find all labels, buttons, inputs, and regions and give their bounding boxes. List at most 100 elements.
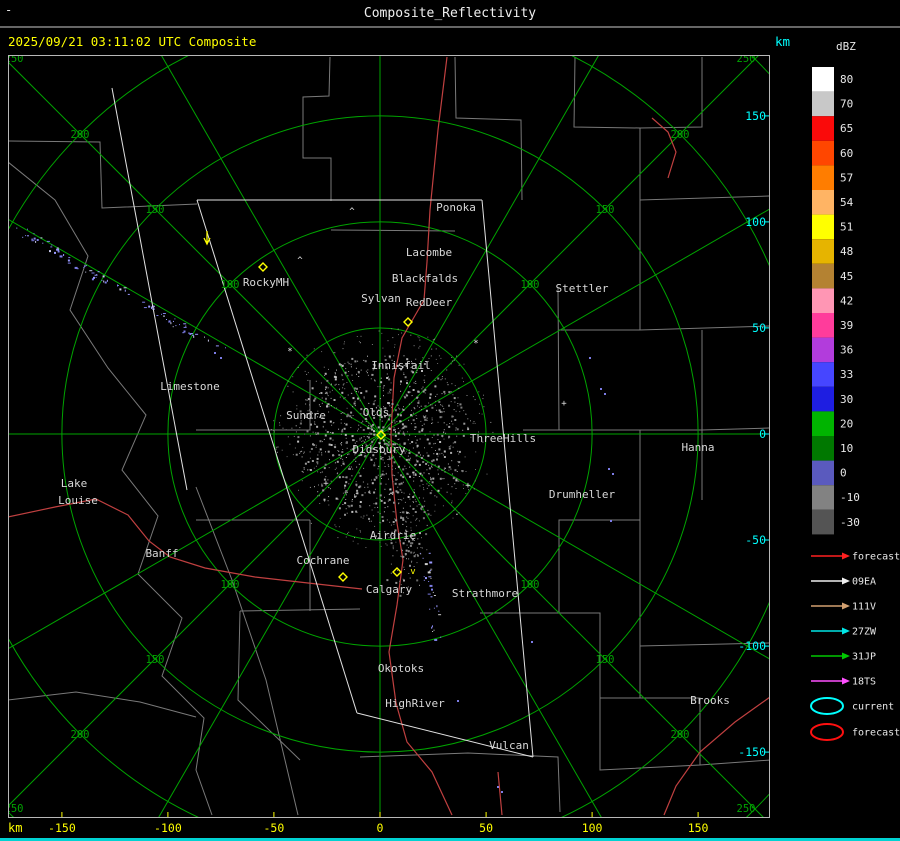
ring-distance-label: 100 (221, 579, 240, 591)
ring-distance-label: 150 (596, 654, 615, 666)
city-label: Strathmore (452, 587, 518, 600)
precip-dot (501, 791, 503, 793)
city-label: RedDeer (406, 296, 453, 309)
dbz-swatch (812, 386, 834, 412)
unit-bottom-left: km (8, 821, 22, 835)
ring-distance-label: 250 (737, 803, 756, 815)
city-label: Louise (58, 494, 98, 507)
city-label: Sundre (286, 409, 326, 422)
dbz-swatch (812, 337, 834, 363)
ring-distance-label: 100 (521, 279, 540, 291)
dbz-swatch (812, 509, 834, 535)
dbz-value-label: 20 (840, 417, 853, 430)
station-symbol: * (287, 347, 292, 357)
city-label: Vulcan (489, 739, 529, 752)
dbz-swatch (812, 460, 834, 486)
ring-distance-label: 150 (146, 204, 165, 216)
precip-dot (612, 473, 614, 475)
vector-label: 09EA (852, 577, 876, 588)
dbz-swatch (812, 165, 834, 190)
radar-app-window: - Composite_Reflectivity 2025/09/21 03:1… (0, 0, 900, 841)
station-symbol: + (561, 399, 567, 409)
city-label: Hanna (681, 441, 714, 454)
right-axis-label: 0 (759, 427, 766, 441)
right-axis-label: 150 (745, 109, 766, 123)
city-label: RockyMH (243, 276, 289, 289)
right-axis-label: -150 (738, 745, 766, 759)
bottom-axis-label: 150 (688, 821, 709, 835)
dbz-swatch (812, 239, 834, 264)
city-label: Okotoks (378, 662, 424, 675)
city-label: Ponoka (436, 201, 476, 214)
city-label: ThreeHills (470, 432, 536, 445)
city-label: Stettler (556, 282, 609, 295)
city-label: Sylvan (361, 292, 401, 305)
right-axis-label: 50 (752, 321, 766, 335)
vector-label: forecast (852, 552, 900, 563)
storm-marker: v (410, 567, 415, 577)
dbz-swatch (812, 140, 834, 166)
bottom-axis-label: -150 (48, 821, 76, 835)
vector-label: 18TS (852, 677, 876, 688)
dbz-swatch (812, 263, 834, 289)
precip-dot (604, 393, 606, 395)
station-symbol: ^ (388, 492, 394, 502)
dbz-swatch (812, 485, 834, 510)
precip-dot (608, 468, 610, 470)
dbz-value-label: 65 (840, 122, 853, 135)
ring-distance-label: 200 (71, 729, 90, 741)
precip-dot (600, 388, 602, 390)
dbz-value-label: 36 (840, 344, 853, 357)
vector-label: 111V (852, 602, 876, 613)
city-label: Brooks (690, 694, 730, 707)
dbz-value-label: 80 (840, 73, 853, 86)
bottom-axis-label: 50 (479, 821, 493, 835)
ring-distance-label: 100 (221, 279, 240, 291)
city-label: Didsbury (353, 443, 406, 456)
dbz-swatch (812, 411, 834, 436)
timestamp-label: 2025/09/21 03:11:02 UTC Composite (8, 34, 256, 49)
right-axis-label: 100 (745, 215, 766, 229)
vector-label: 31JP (852, 652, 876, 663)
dbz-swatch (812, 313, 834, 338)
station-symbol: ^ (349, 207, 355, 217)
dbz-value-label: 10 (840, 442, 853, 455)
dbz-value-label: 51 (840, 221, 853, 234)
precip-dot (610, 520, 612, 522)
city-label: Airdrie (370, 529, 416, 542)
city-label: Lake (61, 477, 88, 490)
city-label: Innisfail (371, 359, 431, 372)
dbz-value-label: 45 (840, 270, 853, 283)
unit-top-right: km (775, 34, 790, 49)
radar-screen: - Composite_Reflectivity 2025/09/21 03:1… (0, 0, 900, 841)
city-label: Cochrane (297, 554, 350, 567)
city-label: Blackfalds (392, 272, 458, 285)
precip-dot (457, 700, 459, 702)
dbz-swatch (812, 436, 834, 461)
ring-distance-label: 200 (71, 129, 90, 141)
bottom-axis-label: 0 (377, 821, 384, 835)
city-label: Drumheller (549, 488, 616, 501)
right-axis-label: -100 (738, 639, 766, 653)
right-axis-label: -50 (745, 533, 766, 547)
precip-dot (531, 641, 533, 643)
dbz-swatch (812, 91, 834, 117)
dbz-value-label: 60 (840, 147, 853, 160)
station-symbol: + (323, 479, 329, 489)
dbz-value-label: 57 (840, 171, 853, 184)
city-label: Olds (363, 406, 390, 419)
ellipse-label: forecast (852, 728, 900, 739)
window-title: Composite_Reflectivity (364, 6, 536, 21)
dbz-value-label: 30 (840, 393, 853, 406)
precip-dot (497, 786, 499, 788)
window-corner-glyph: - (5, 3, 12, 17)
city-label: HighRiver (385, 697, 445, 710)
dbz-swatch (812, 190, 834, 215)
bottom-axis-label: -50 (264, 821, 285, 835)
city-label: Banff (145, 547, 178, 560)
dbz-value-label: 54 (840, 196, 854, 209)
window-background (0, 0, 900, 841)
dbz-value-label: 48 (840, 245, 853, 258)
ring-distance-label: 200 (671, 729, 690, 741)
dbz-value-label: 42 (840, 294, 853, 307)
